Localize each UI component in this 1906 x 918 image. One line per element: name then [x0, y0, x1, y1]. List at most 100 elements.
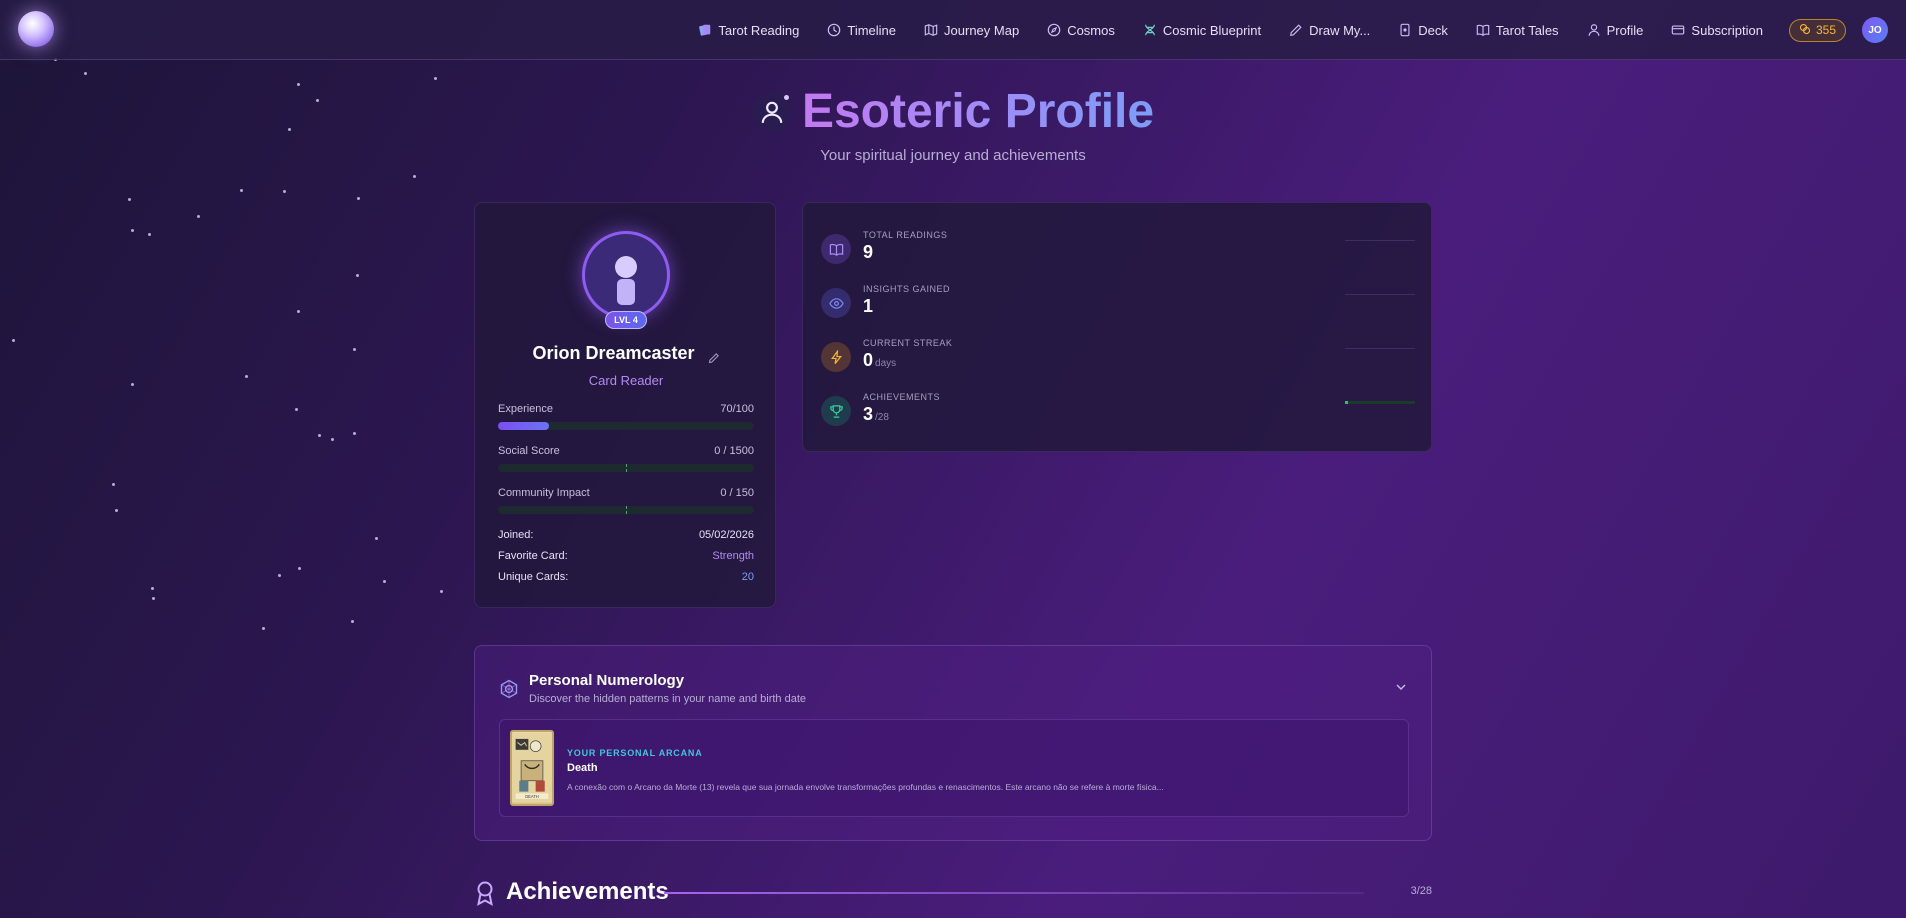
- coin-balance-badge[interactable]: 355: [1788, 18, 1846, 42]
- stat-insights-gained: INSIGHTS GAINED 1: [821, 284, 1415, 324]
- nav-journey-map-label: Journey Map: [944, 22, 1020, 38]
- nav-profile-label: Profile: [1606, 22, 1644, 38]
- nav-subscription[interactable]: Subscription: [1671, 23, 1763, 38]
- achievements-divider: [664, 892, 1364, 894]
- personal-arcana-box[interactable]: DEATH YOUR PERSONAL ARCANA Death A conex…: [499, 719, 1409, 817]
- experience-bar-fill: [498, 422, 550, 430]
- level-badge: LVL 4: [605, 311, 647, 329]
- death-tarot-card-image: DEATH: [510, 730, 554, 806]
- map-icon: [924, 23, 938, 37]
- stat-achievements: ACHIEVEMENTS 3/28: [821, 392, 1415, 432]
- eye-icon: [821, 288, 851, 318]
- page-header: Esoteric Profile Your spiritual journey …: [0, 84, 1906, 164]
- stat-label: CURRENT STREAK: [863, 338, 953, 348]
- experience-row: Experience 70/100: [498, 403, 754, 415]
- book-open-icon: [1476, 23, 1490, 37]
- stat-sparkline: [1345, 401, 1415, 404]
- numerology-subtitle: Discover the hidden patterns in your nam…: [529, 693, 806, 705]
- joined-label: Joined:: [498, 529, 534, 541]
- joined-value: 05/02/2026: [698, 529, 754, 541]
- numerology-icon: [499, 679, 519, 699]
- nav-deck-label: Deck: [1418, 22, 1448, 38]
- lightning-icon: [821, 342, 851, 372]
- user-profile-icon: [751, 91, 792, 132]
- social-score-bar: [498, 464, 754, 472]
- nav-draw-my-label: Draw My...: [1309, 22, 1371, 38]
- nav-tarot-reading-label: Tarot Reading: [718, 22, 800, 38]
- nav-cosmic-blueprint-label: Cosmic Blueprint: [1162, 22, 1262, 38]
- page-title: Esoteric Profile: [801, 85, 1155, 138]
- nav-timeline[interactable]: Timeline: [827, 23, 896, 38]
- stat-value: 1: [863, 296, 874, 316]
- stat-current-streak: CURRENT STREAK 0 days: [821, 338, 1415, 378]
- coins-icon: [1799, 23, 1811, 38]
- favorite-card-value[interactable]: Strength: [712, 550, 754, 562]
- chevron-down-icon[interactable]: [1395, 680, 1407, 692]
- unique-cards-label: Unique Cards:: [498, 571, 569, 583]
- unique-cards-row: Unique Cards: 20: [498, 571, 754, 583]
- community-impact-row: Community Impact 0 / 150: [498, 487, 754, 499]
- arcana-description: A conexão com o Arcano da Morte (13) rev…: [567, 782, 1164, 792]
- edit-pencil-icon[interactable]: [708, 348, 720, 364]
- social-score-row: Social Score 0 / 1500: [498, 445, 754, 457]
- page-subtitle: Your spiritual journey and achievements: [820, 147, 1086, 164]
- profile-role: Card Reader: [588, 373, 664, 388]
- community-impact-bar: [498, 506, 754, 514]
- nav-tarot-tales-label: Tarot Tales: [1495, 22, 1559, 38]
- joined-row: Joined: 05/02/2026: [498, 529, 754, 541]
- stat-sparkline: [1345, 240, 1415, 241]
- achievements-header: Achievements 3/28: [474, 878, 1432, 908]
- clock-icon: [827, 23, 841, 37]
- user-avatar[interactable]: JO: [1862, 17, 1888, 43]
- arcana-kicker: YOUR PERSONAL ARCANA: [567, 748, 703, 758]
- card-caption: DEATH: [525, 794, 539, 799]
- nav-draw-my[interactable]: Draw My...: [1289, 23, 1370, 38]
- nav-tarot-reading[interactable]: Tarot Reading: [698, 23, 799, 38]
- achievements-title: Achievements: [506, 878, 669, 905]
- community-impact-label: Community Impact: [498, 487, 590, 499]
- profile-card: LVL 4 Orion Dreamcaster Card Reader Expe…: [474, 202, 776, 608]
- stat-sparkline: [1345, 348, 1415, 349]
- nav-cosmos-label: Cosmos: [1067, 22, 1115, 38]
- nav-profile[interactable]: Profile: [1587, 22, 1644, 38]
- stat-value: 9: [863, 242, 874, 262]
- stat-unit: days: [875, 358, 897, 369]
- nav-deck[interactable]: Deck: [1398, 23, 1448, 38]
- crystal-ball-logo[interactable]: [18, 11, 54, 47]
- nav-menu: Tarot Reading Timeline Journey Map Cosmo…: [670, 0, 1906, 60]
- stat-value: 3: [863, 404, 874, 424]
- stat-label: TOTAL READINGS: [863, 230, 948, 240]
- dna-icon: [1143, 23, 1157, 37]
- numerology-panel: Personal Numerology Discover the hidden …: [474, 645, 1432, 841]
- numerology-title: Personal Numerology: [529, 672, 685, 689]
- nav-tarot-tales[interactable]: Tarot Tales: [1476, 23, 1559, 38]
- favorite-card-row: Favorite Card: Strength: [498, 550, 754, 562]
- stat-value: 0: [863, 350, 874, 370]
- stat-label: ACHIEVEMENTS: [863, 392, 941, 402]
- social-score-value: 0 / 1500: [714, 445, 754, 457]
- nav-journey-map[interactable]: Journey Map: [924, 23, 1019, 38]
- pencil-icon: [1289, 23, 1303, 37]
- trophy-icon: [821, 396, 851, 426]
- stat-sparkline: [1345, 294, 1415, 295]
- credit-card-icon: [1671, 23, 1685, 37]
- compass-icon: [1047, 23, 1061, 37]
- book-open-icon: [821, 234, 851, 264]
- stat-total-readings: TOTAL READINGS 9: [821, 230, 1415, 270]
- community-impact-value: 0 / 150: [720, 487, 754, 499]
- top-navbar: Tarot Reading Timeline Journey Map Cosmo…: [0, 0, 1906, 60]
- arcana-name: Death: [567, 762, 598, 774]
- favorite-card-label: Favorite Card:: [498, 550, 568, 562]
- achievements-count: 3/28: [1410, 885, 1432, 897]
- nav-cosmic-blueprint[interactable]: Cosmic Blueprint: [1143, 23, 1261, 38]
- profile-name: Orion Dreamcaster: [532, 343, 695, 363]
- user-icon: [1587, 23, 1601, 37]
- nav-subscription-label: Subscription: [1691, 22, 1763, 38]
- nav-timeline-label: Timeline: [847, 22, 897, 38]
- profile-avatar[interactable]: [582, 231, 670, 319]
- coin-count: 355: [1815, 23, 1836, 37]
- nav-cosmos[interactable]: Cosmos: [1047, 23, 1115, 38]
- deck-icon: [1398, 23, 1412, 37]
- award-ribbon-icon: [474, 880, 496, 906]
- tarot-cards-icon: [698, 23, 712, 37]
